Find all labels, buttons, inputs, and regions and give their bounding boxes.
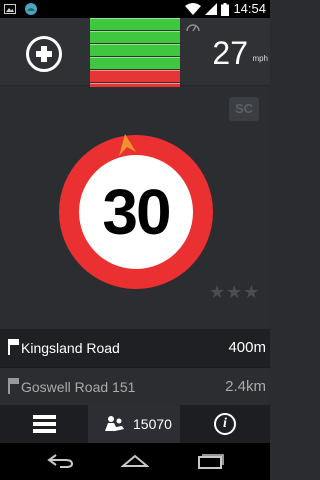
main-view: SC 30 ★ ★ ★ xyxy=(0,87,270,329)
flag-icon xyxy=(8,378,19,394)
signal-icon xyxy=(205,3,218,15)
status-right: 14:54 xyxy=(185,1,266,17)
street-row-next[interactable]: Goswell Road 151 2.4km xyxy=(0,367,270,405)
speedometer-icon xyxy=(186,24,200,32)
street-name: Kingsland Road xyxy=(21,340,120,356)
signal-bar xyxy=(90,18,180,30)
recent-apps-icon xyxy=(198,454,224,469)
signal-strength-bars xyxy=(90,18,180,96)
status-bar: 14:54 xyxy=(0,0,270,18)
system-nav-bar xyxy=(0,443,270,480)
clock: 14:54 xyxy=(233,1,266,16)
speed-limit-inner: 30 xyxy=(79,155,193,269)
info-icon: i xyxy=(214,413,236,435)
add-button[interactable] xyxy=(26,36,62,72)
signal-bar xyxy=(90,57,180,69)
sc-badge[interactable]: SC xyxy=(229,97,259,121)
info-button[interactable]: i xyxy=(180,405,270,443)
bottom-bar: 15070 i xyxy=(0,405,270,443)
top-bar: 27 mph xyxy=(0,18,270,95)
speed-limit-value: 30 xyxy=(102,176,171,248)
recent-apps-button[interactable] xyxy=(182,443,242,480)
battery-icon xyxy=(221,2,230,16)
speed-limit-sign: 30 xyxy=(59,135,213,289)
home-button[interactable] xyxy=(105,443,165,480)
current-speed: 27 xyxy=(212,35,248,71)
direction-arrow-icon xyxy=(119,134,136,156)
people-icon xyxy=(105,416,124,431)
star-icon: ★ xyxy=(243,282,260,302)
signal-bar xyxy=(90,44,180,56)
menu-button[interactable] xyxy=(0,405,88,443)
stats-button[interactable]: 15070 xyxy=(88,405,180,443)
street-row-current[interactable]: Kingsland Road 400m xyxy=(0,329,270,367)
home-icon xyxy=(121,454,149,467)
rating-stars[interactable]: ★ ★ ★ xyxy=(209,283,259,301)
hamburger-icon xyxy=(33,415,56,419)
signal-bar xyxy=(90,31,180,43)
hamburger-icon xyxy=(33,429,56,433)
speed-unit: mph xyxy=(252,54,268,63)
status-left xyxy=(4,2,38,16)
signal-bar xyxy=(90,70,180,82)
star-icon: ★ xyxy=(226,282,243,302)
street-distance: 400m xyxy=(228,339,266,356)
street-name: Goswell Road 151 xyxy=(21,379,136,395)
back-icon xyxy=(47,454,74,468)
flag-icon xyxy=(8,339,19,355)
hamburger-icon xyxy=(33,422,56,426)
stats-value: 15070 xyxy=(133,416,172,432)
street-distance: 2.4km xyxy=(225,378,266,395)
wifi-icon xyxy=(185,3,202,15)
app-notification-icon xyxy=(25,3,37,15)
star-icon: ★ xyxy=(209,282,226,302)
image-notification-icon xyxy=(4,4,16,14)
back-button[interactable] xyxy=(30,443,90,480)
